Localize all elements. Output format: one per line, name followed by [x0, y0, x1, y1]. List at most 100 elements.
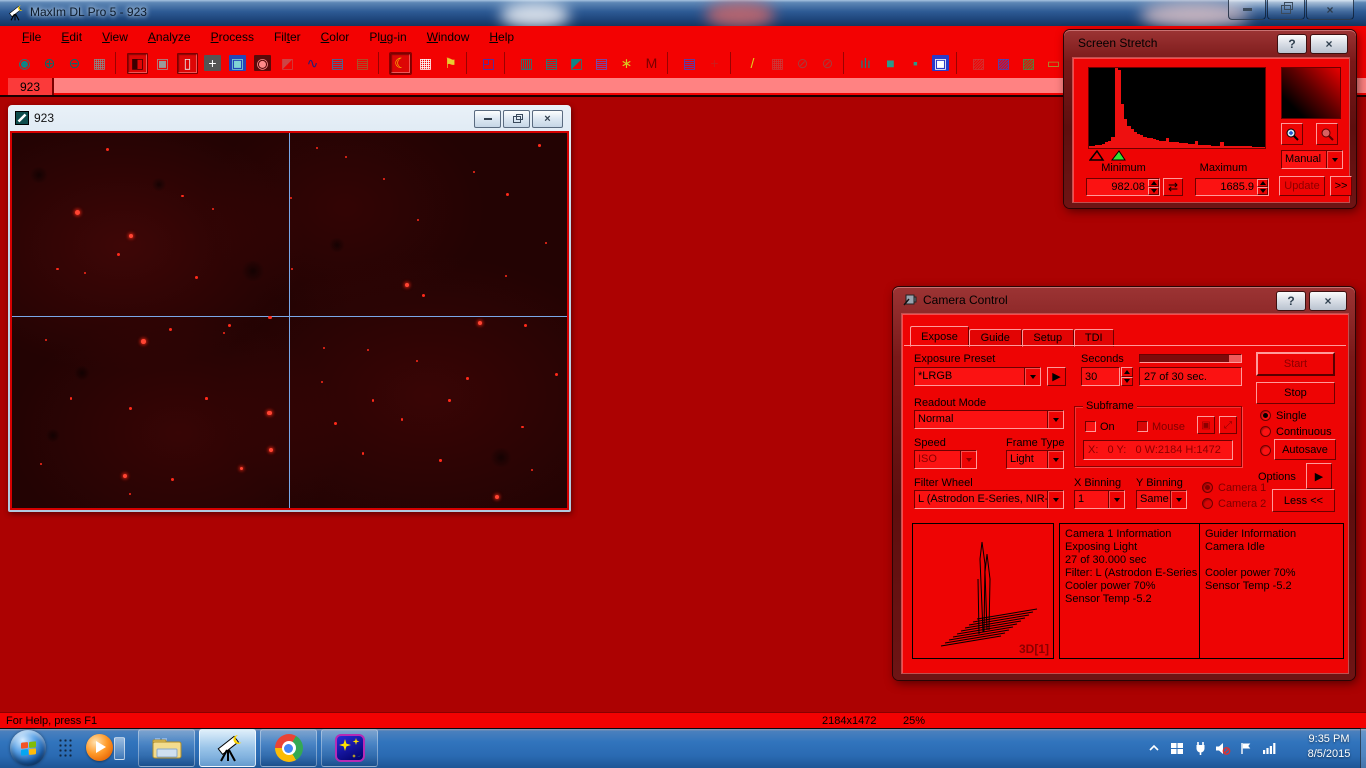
clean-up-button[interactable]: /	[742, 53, 763, 74]
stop-button[interactable]: Stop	[1256, 382, 1335, 404]
camera-control-titlebar[interactable]: Camera Control ? ×	[893, 287, 1355, 311]
night-vision-button[interactable]: ☾	[390, 53, 411, 74]
combine-color-button[interactable]: ▨	[1018, 53, 1039, 74]
y-binning-select[interactable]: Same	[1136, 490, 1187, 509]
line-profile-button[interactable]: ▥	[516, 53, 537, 74]
stretch-mode-select[interactable]: Manual	[1281, 150, 1343, 169]
starfield-image[interactable]	[12, 133, 567, 508]
copy-image-button[interactable]: ▤	[679, 53, 700, 74]
star-measure-button[interactable]: ∗	[616, 53, 637, 74]
tab-923[interactable]: 923	[8, 78, 54, 95]
batch-convert-button[interactable]: ⚑	[440, 53, 461, 74]
hot-pixel-button[interactable]: ▦	[767, 53, 788, 74]
magnitude-tool-button[interactable]: M	[641, 53, 662, 74]
remove-gradient-button[interactable]: ⊘	[792, 53, 813, 74]
crop-image-button[interactable]: ▪	[905, 53, 926, 74]
taskbar-file-explorer-button[interactable]	[138, 729, 195, 767]
stretch-mode-dropdown[interactable]	[1326, 151, 1342, 168]
taskbar-planetarium-app-button[interactable]	[321, 729, 378, 767]
combine-blue-button[interactable]: ▨	[993, 53, 1014, 74]
update-button[interactable]: Update	[1279, 176, 1325, 196]
zoom-in-button[interactable]	[1281, 123, 1303, 145]
frame-type-dropdown[interactable]	[1047, 451, 1063, 468]
angle-measure-button[interactable]: ◩	[566, 53, 587, 74]
zoom-out-button[interactable]	[1316, 123, 1338, 145]
pixel-grid-button[interactable]: ▦	[89, 53, 110, 74]
zoom-tool-button[interactable]: ◉	[14, 53, 35, 74]
align-stack-button[interactable]: ▤	[352, 53, 373, 74]
image-maximize-button[interactable]	[503, 110, 530, 128]
autosave-radio[interactable]	[1260, 445, 1271, 456]
close-button[interactable]: ×	[1310, 34, 1348, 54]
fits-header-button[interactable]: ▦	[415, 53, 436, 74]
continuous-radio[interactable]	[1260, 426, 1271, 437]
mouse-mode-button[interactable]: ▯	[177, 53, 198, 74]
preset-apply-button[interactable]: ▶	[1047, 367, 1066, 386]
seconds-spin-down[interactable]	[1121, 377, 1133, 387]
show-desktop-button[interactable]	[1360, 728, 1366, 768]
max-spin-up[interactable]	[1257, 179, 1268, 187]
menu-edit[interactable]: Edit	[51, 26, 92, 48]
action-flag-icon[interactable]	[1238, 740, 1254, 756]
menu-window[interactable]: Window	[417, 26, 480, 48]
combine-red-button[interactable]: ▨	[968, 53, 989, 74]
exposure-preset-dropdown[interactable]	[1024, 368, 1040, 385]
menu-analyze[interactable]: Analyze	[138, 26, 201, 48]
swap-min-max-button[interactable]: ⇄	[1163, 178, 1183, 196]
histogram[interactable]	[1088, 67, 1266, 149]
observatory-control-button[interactable]: ▤	[591, 53, 612, 74]
exposure-preset-select[interactable]: *LRGB	[914, 367, 1041, 386]
menu-file[interactable]: File	[12, 26, 51, 48]
close-button[interactable]: ×	[1309, 291, 1347, 311]
x-binning-dropdown[interactable]	[1108, 491, 1124, 508]
stretch-panel-button[interactable]: ◧	[127, 53, 148, 74]
resize-image-button[interactable]: ■	[880, 53, 901, 74]
graph-curve-button[interactable]: ∿	[302, 53, 323, 74]
lock-button[interactable]: ▣	[152, 53, 173, 74]
x-binning-select[interactable]: 1	[1074, 490, 1125, 509]
max-spin-down[interactable]	[1257, 187, 1268, 195]
max-marker-icon[interactable]	[1111, 150, 1127, 161]
screen-layout-button[interactable]: ◰	[478, 53, 499, 74]
menu-plugin[interactable]: Plug-in	[359, 26, 416, 48]
minimum-field[interactable]: 982.08	[1086, 178, 1160, 196]
menu-color[interactable]: Color	[311, 26, 360, 48]
close-button[interactable]: ×	[1306, 0, 1354, 20]
restore-button[interactable]	[1267, 0, 1305, 20]
expand-button[interactable]: >>	[1330, 176, 1352, 196]
menu-view[interactable]: View	[92, 26, 138, 48]
y-binning-dropdown[interactable]	[1170, 491, 1186, 508]
power-plug-icon[interactable]	[1192, 740, 1208, 756]
help-button[interactable]: ?	[1276, 291, 1306, 311]
menu-process[interactable]: Process	[201, 26, 264, 48]
batch-process-button[interactable]: ▤	[327, 53, 348, 74]
min-spin-down[interactable]	[1148, 187, 1159, 195]
zoom-in-button[interactable]: ⊕	[39, 53, 60, 74]
seconds-field[interactable]: 30	[1081, 367, 1120, 386]
image-close-button[interactable]: ×	[532, 110, 563, 128]
tab-expose[interactable]: Expose	[910, 326, 969, 347]
new-buffer-button[interactable]: +	[704, 53, 725, 74]
minimize-button[interactable]	[1228, 0, 1266, 20]
taskbar-maxim-dl-button[interactable]	[199, 729, 256, 767]
autosave-button[interactable]: Autosave	[1274, 439, 1336, 460]
subframe-on-checkbox[interactable]	[1085, 421, 1096, 432]
options-button[interactable]: ▶	[1306, 463, 1332, 489]
filter-wheel-select[interactable]: L (Astrodon E-Series, NIR-b	[914, 490, 1064, 509]
taskbar-chrome-button[interactable]	[260, 729, 317, 767]
menu-filter[interactable]: Filter	[264, 26, 311, 48]
ruler-button[interactable]: ▤	[541, 53, 562, 74]
help-button[interactable]: ?	[1277, 34, 1307, 54]
readout-mode-select[interactable]: Normal	[914, 410, 1064, 429]
min-spin-up[interactable]	[1148, 179, 1159, 187]
image-borders-button[interactable]: ▣	[930, 53, 951, 74]
single-radio[interactable]	[1260, 410, 1271, 421]
less-button[interactable]: Less <<	[1272, 489, 1335, 512]
desktop-window-icon[interactable]	[1169, 740, 1185, 756]
menu-help[interactable]: Help	[479, 26, 524, 48]
network-signal-icon[interactable]	[1261, 740, 1277, 756]
image-minimize-button[interactable]	[474, 110, 501, 128]
frame-type-select[interactable]: Light	[1006, 450, 1064, 469]
taskbar-windows-media-player-button[interactable]	[84, 733, 128, 763]
calibration-wizard-button[interactable]: ▭	[1043, 53, 1064, 74]
